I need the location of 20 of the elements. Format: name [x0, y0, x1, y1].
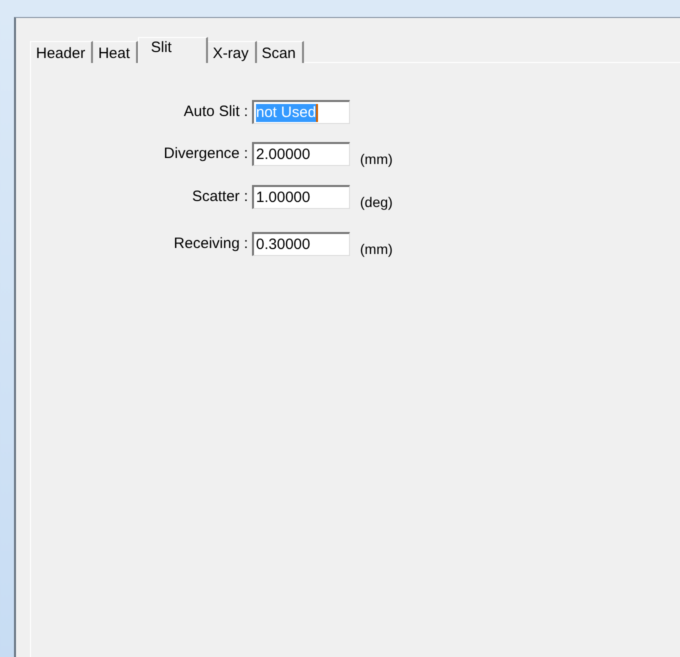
- field-value: 2.00000: [256, 146, 310, 164]
- field-value: 0.30000: [256, 236, 310, 254]
- tab[interactable]: Heat: [93, 41, 138, 63]
- tab[interactable]: X-ray: [208, 41, 257, 63]
- field-value: 1.00000: [256, 188, 310, 206]
- unit-label: (mm): [360, 151, 393, 167]
- tab[interactable]: Slit: [138, 37, 208, 63]
- field-value: not Used: [256, 104, 316, 122]
- field-label: Scatter :: [191, 187, 249, 207]
- field-label: Divergence :: [162, 144, 249, 164]
- field-label: Receiving :: [172, 234, 249, 254]
- input-field[interactable]: 0.30000: [252, 232, 350, 256]
- unit-label: (mm): [360, 241, 393, 257]
- field-label: Auto Slit :: [182, 102, 249, 122]
- input-field[interactable]: 2.00000: [252, 142, 350, 166]
- tab[interactable]: Header: [30, 41, 94, 63]
- text-cursor: [316, 104, 318, 122]
- unit-label: (deg): [360, 194, 393, 210]
- tab[interactable]: Scan: [256, 41, 304, 63]
- input-field[interactable]: 1.00000: [252, 185, 350, 209]
